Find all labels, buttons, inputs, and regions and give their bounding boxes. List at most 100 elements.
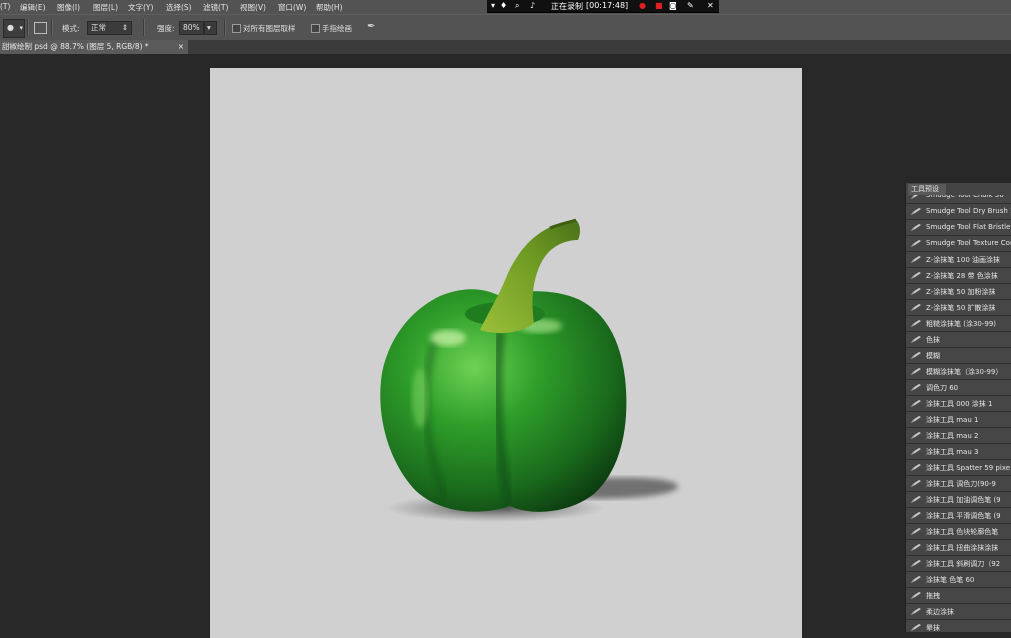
preset-row[interactable]: Smudge Tool Flat Bristle <box>906 220 1011 236</box>
preset-row[interactable]: 模糊 <box>906 348 1011 364</box>
preset-row[interactable]: Z-涂抹笔 28 带 色涂抹 <box>906 268 1011 284</box>
preset-row[interactable]: Z-涂抹笔 50 扩散涂抹 <box>906 300 1011 316</box>
smudge-tool-icon <box>911 496 921 503</box>
recorder-dropdown-icon[interactable]: ▾ <box>491 1 495 10</box>
preset-row[interactable]: 涂抹笔 色笔 60 <box>906 572 1011 588</box>
smudge-tool-icon <box>911 240 921 247</box>
preset-row[interactable]: Z-涂抹笔 50 加粉涂抹 <box>906 284 1011 300</box>
menu-item-help[interactable]: 帮助(H) <box>316 2 343 13</box>
pen-icon[interactable]: ✎ <box>687 1 694 10</box>
pepper-highlight <box>430 330 466 346</box>
finger-painting-checkbox[interactable] <box>311 24 320 33</box>
smudge-tool-icon <box>911 208 921 215</box>
preset-name: Smudge Tool Chalk 36 <box>926 195 1004 199</box>
panel-tab-tool-presets[interactable]: 工具预设 <box>908 184 946 195</box>
menu-item-layer[interactable]: 图层(L) <box>93 2 118 13</box>
preset-row[interactable]: Smudge Tool Chalk 36 <box>906 195 1011 204</box>
preset-name: Z-涂抹笔 28 带 色涂抹 <box>926 272 998 280</box>
smudge-tool-icon <box>911 528 921 535</box>
smudge-tool-icon <box>911 368 921 375</box>
preset-name: 涂抹工具 斜刷调刀（92 <box>926 560 1001 568</box>
recorder-status: 正在录制 <box>551 2 583 11</box>
preset-name: 模糊 <box>926 352 940 360</box>
brush-tip-icon: ● <box>7 23 14 32</box>
camera-icon[interactable]: ◙ <box>669 1 677 10</box>
preset-row[interactable]: 涂抹工具 平滑调色笔 (9 <box>906 508 1011 524</box>
menu-item-type[interactable]: (T) <box>0 2 10 11</box>
preset-list[interactable]: Smudge Tool Chalk 36 Smudge Tool Dry Brus… <box>906 195 1011 632</box>
document-tab[interactable]: 甜椒绘制 psd @ 88.7% (图层 5, RGB/8) * × <box>0 40 188 54</box>
smudge-tool-icon <box>911 384 921 391</box>
strength-value: 80% <box>183 23 200 32</box>
menu-item-filter[interactable]: 滤镜(T) <box>203 2 228 13</box>
preset-row[interactable]: Smudge Tool Dry Brush 1 <box>906 204 1011 220</box>
preset-row[interactable]: 涂抹工具 调色刀(90-9 <box>906 476 1011 492</box>
preset-row[interactable]: 色抹 <box>906 332 1011 348</box>
pepper-painting <box>380 218 679 522</box>
strength-label: 强度: <box>157 24 175 33</box>
strength-dropdown[interactable]: ▾ <box>204 21 217 35</box>
close-tab-icon[interactable]: × <box>178 40 184 53</box>
preset-row[interactable]: 涂抹工具 扭曲涂抹涂抹 <box>906 540 1011 556</box>
preset-row[interactable]: 涂抹工具 色块轮廓色笔 <box>906 524 1011 540</box>
strength-input[interactable]: 80% <box>179 21 204 35</box>
preset-name: 涂抹工具 平滑调色笔 (9 <box>926 512 1001 520</box>
record-icon[interactable]: ● <box>639 1 646 10</box>
recorder-audio-icon[interactable]: ♪ <box>530 1 535 10</box>
mode-select[interactable]: 正常 ⇕ <box>87 21 132 35</box>
preset-name: 涂抹工具 加油调色笔 (9 <box>926 496 1001 504</box>
stop-icon[interactable]: ■ <box>655 1 663 10</box>
preset-row[interactable]: 涂抹工具 mau 3 <box>906 444 1011 460</box>
preset-row[interactable]: Z-涂抹笔 100 油画涂抹 <box>906 252 1011 268</box>
brush-preset-picker[interactable]: ● ▾ <box>3 19 25 38</box>
chevron-down-icon: ▾ <box>19 24 23 32</box>
preset-row[interactable]: 涂抹工具 mau 2 <box>906 428 1011 444</box>
preset-name: 色抹 <box>926 336 940 344</box>
preset-row[interactable]: 涂抹工具 加油调色笔 (9 <box>906 492 1011 508</box>
preset-row[interactable]: 模糊涂抹笔（涂30-99） <box>906 364 1011 380</box>
mode-value: 正常 <box>91 23 106 32</box>
smudge-tool-icon <box>911 400 921 407</box>
preset-row[interactable]: 涂抹工具 000 涂抹 1 <box>906 396 1011 412</box>
preset-name: Z-涂抹笔 50 加粉涂抹 <box>926 288 996 296</box>
menu-item-select[interactable]: 选择(S) <box>166 2 192 13</box>
preset-row[interactable]: 柔边涂抹 <box>906 604 1011 620</box>
preset-row[interactable]: 晕抹 <box>906 620 1011 632</box>
preset-name: Z-涂抹笔 100 油画涂抹 <box>926 256 1001 264</box>
smudge-tool-icon <box>911 224 921 231</box>
preset-row[interactable]: 粗糙涂抹笔 (涂30-99) <box>906 316 1011 332</box>
preset-row[interactable]: 涂抹工具 斜刷调刀（92 <box>906 556 1011 572</box>
preset-row[interactable]: 涂抹工具 mau 1 <box>906 412 1011 428</box>
close-icon[interactable]: ✕ <box>707 1 714 10</box>
preset-name: 涂抹工具 mau 2 <box>926 432 979 440</box>
sample-all-layers-label: 对所有图层取样 <box>243 24 296 33</box>
menu-item-window[interactable]: 窗口(W) <box>278 2 306 13</box>
smudge-tool-icon <box>911 464 921 471</box>
smudge-tool-icon <box>911 544 921 551</box>
menu-item-text[interactable]: 文字(Y) <box>128 2 153 13</box>
tool-presets-panel: 工具预设 Smudge Tool Chalk 36 Smudge Tool Dry… <box>905 183 1011 632</box>
document-canvas[interactable] <box>210 68 802 638</box>
sample-all-layers-checkbox[interactable] <box>232 24 241 33</box>
preset-row[interactable]: 涂抹工具 Spatter 59 pixe <box>906 460 1011 476</box>
menu-item-edit[interactable]: 编辑(E) <box>20 2 46 13</box>
preset-name: 模糊涂抹笔（涂30-99） <box>926 368 1003 376</box>
preset-name: 涂抹工具 000 涂抹 1 <box>926 400 993 408</box>
smudge-tool-icon <box>911 448 921 455</box>
recorder-zoom-icon[interactable]: ⌕ <box>515 1 519 11</box>
preset-row[interactable]: Smudge Tool Texture Com <box>906 236 1011 252</box>
brush-panel-toggle-icon[interactable] <box>34 22 47 34</box>
smudge-tool-icon <box>911 624 921 631</box>
menu-item-image[interactable]: 图像(I) <box>57 2 80 13</box>
preset-name: 柔边涂抹 <box>926 608 954 616</box>
smudge-tool-icon <box>911 272 921 279</box>
menu-item-view[interactable]: 视图(V) <box>240 2 266 13</box>
preset-row[interactable]: 调色刀 60 <box>906 380 1011 396</box>
pressure-pen-icon[interactable]: ✒ <box>367 21 375 32</box>
preset-name: 晕抹 <box>926 624 940 632</box>
smudge-tool-icon <box>911 576 921 583</box>
recorder-mic-icon[interactable]: ♦ <box>500 1 507 10</box>
preset-row[interactable]: 拖拽 <box>906 588 1011 604</box>
preset-name: 涂抹工具 调色刀(90-9 <box>926 480 996 488</box>
preset-name: 涂抹工具 色块轮廓色笔 <box>926 528 999 536</box>
